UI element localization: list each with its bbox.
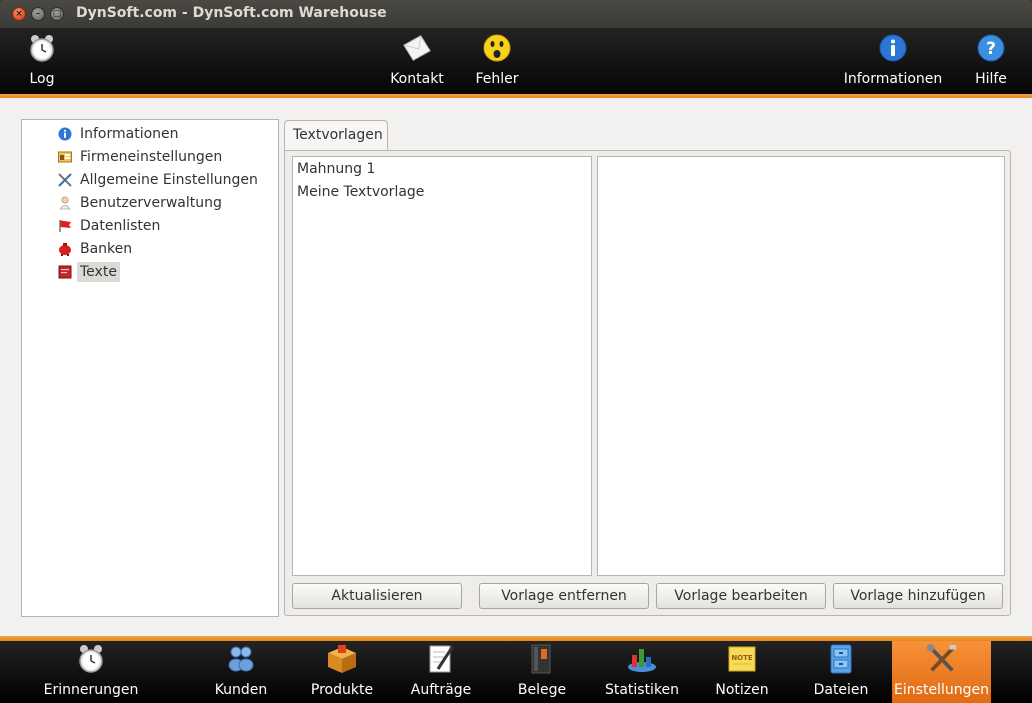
nav-label: Einstellungen — [894, 682, 989, 698]
nav-einstellungen[interactable]: Einstellungen — [892, 641, 991, 703]
list-item[interactable]: Mahnung 1 — [297, 158, 375, 180]
add-template-button[interactable]: Vorlage hinzufügen — [833, 583, 1003, 609]
nav-statistiken[interactable]: Statistiken — [602, 641, 682, 703]
nav-belege[interactable]: Belege — [516, 641, 568, 703]
main-area: Informationen Firmeneinstellungen Allgem… — [0, 98, 1032, 636]
template-list[interactable]: Mahnung 1 Meine Textvorlage — [292, 156, 592, 576]
remove-template-button[interactable]: Vorlage entfernen — [479, 583, 649, 609]
note-icon-text: NOTE — [731, 654, 753, 662]
chart-icon — [626, 643, 658, 675]
tree-item-banken[interactable]: Banken — [57, 239, 135, 259]
tree-item-label: Informationen — [80, 126, 179, 142]
nav-notizen[interactable]: NOTE Notizen — [712, 641, 772, 703]
nav-label: Notizen — [715, 682, 769, 698]
nav-label: Aufträge — [410, 682, 472, 698]
tree-item-label: Firmeneinstellungen — [80, 149, 223, 165]
book-icon — [57, 264, 73, 280]
flag-icon — [57, 218, 73, 234]
kontakt-label: Kontakt — [390, 71, 444, 87]
nav-label: Produkte — [310, 682, 374, 698]
binder-icon — [526, 643, 558, 675]
info-icon — [57, 126, 73, 142]
help-icon: ? — [976, 33, 1006, 63]
user-icon — [57, 195, 73, 211]
nav-label: Statistiken — [604, 682, 680, 698]
tree-item-label: Allgemeine Einstellungen — [80, 172, 258, 188]
window-titlebar: × – □ DynSoft.com - DynSoft.com Warehous… — [0, 0, 1032, 28]
tab-textvorlagen[interactable]: Textvorlagen — [284, 120, 388, 151]
tree-item-allgemeine-einstellungen[interactable]: Allgemeine Einstellungen — [57, 170, 261, 190]
surprised-face-icon — [482, 33, 512, 63]
note-icon: NOTE — [726, 643, 758, 675]
window-minimize-button[interactable]: – — [31, 7, 45, 21]
alarm-clock-icon — [75, 643, 107, 675]
tree-item-label: Banken — [80, 241, 133, 257]
tree-item-label: Texte — [77, 262, 120, 282]
envelope-icon — [402, 33, 432, 63]
tree-item-texte[interactable]: Texte — [57, 262, 120, 282]
tree-item-datenlisten[interactable]: Datenlisten — [57, 216, 163, 236]
customers-icon — [225, 643, 257, 675]
cabinet-icon — [825, 643, 857, 675]
nav-erinnerungen[interactable]: Erinnerungen — [44, 641, 138, 703]
close-icon: × — [15, 9, 23, 19]
svg-text:?: ? — [986, 39, 996, 59]
tree-item-firmeneinstellungen[interactable]: Firmeneinstellungen — [57, 147, 225, 167]
nav-dateien[interactable]: Dateien — [812, 641, 870, 703]
window-close-button[interactable]: × — [12, 7, 26, 21]
informationen-button[interactable]: Informationen — [842, 28, 944, 94]
tab-panel: Mahnung 1 Meine Textvorlage Aktualisiere… — [284, 150, 1011, 616]
hilfe-label: Hilfe — [975, 71, 1007, 87]
tools-icon — [926, 643, 958, 675]
maximize-icon: □ — [52, 9, 62, 19]
nav-kunden[interactable]: Kunden — [212, 641, 270, 703]
bottom-nav: Erinnerungen Kunden Produkte Aufträge Be… — [0, 641, 1032, 703]
template-preview[interactable] — [597, 156, 1005, 576]
nav-label: Erinnerungen — [43, 682, 139, 698]
fehler-label: Fehler — [475, 71, 519, 87]
nav-auftraege[interactable]: Aufträge — [408, 641, 474, 703]
top-toolbar: Log Kontakt Fehler Informationen ? Hilfe — [0, 28, 1032, 94]
minimize-icon: – — [35, 9, 41, 19]
tree-item-label: Datenlisten — [80, 218, 161, 234]
list-item[interactable]: Meine Textvorlage — [297, 181, 424, 203]
refresh-button[interactable]: Aktualisieren — [292, 583, 462, 609]
tree-item-benutzerverwaltung[interactable]: Benutzerverwaltung — [57, 193, 225, 213]
info-icon — [878, 33, 908, 63]
nav-label: Belege — [517, 682, 567, 698]
log-button[interactable]: Log — [24, 28, 60, 94]
window-title: DynSoft.com - DynSoft.com Warehouse — [76, 5, 387, 21]
log-label: Log — [29, 71, 55, 87]
box-icon — [326, 643, 358, 675]
informationen-label: Informationen — [843, 71, 943, 87]
kontakt-button[interactable]: Kontakt — [384, 28, 450, 94]
settings-tree[interactable]: Informationen Firmeneinstellungen Allgem… — [21, 119, 279, 617]
window-maximize-button[interactable]: □ — [50, 7, 64, 21]
hilfe-button[interactable]: ? Hilfe — [972, 28, 1010, 94]
tools-icon — [57, 172, 73, 188]
company-icon — [57, 149, 73, 165]
edit-template-button[interactable]: Vorlage bearbeiten — [656, 583, 826, 609]
tree-item-label: Benutzerverwaltung — [80, 195, 222, 211]
piggy-bank-icon — [57, 241, 73, 257]
nav-label: Kunden — [214, 682, 268, 698]
tree-item-informationen[interactable]: Informationen — [57, 124, 182, 144]
nav-produkte[interactable]: Produkte — [307, 641, 377, 703]
nav-label: Dateien — [813, 682, 869, 698]
pen-paper-icon — [425, 643, 457, 675]
fehler-button[interactable]: Fehler — [472, 28, 522, 94]
alarm-clock-icon — [27, 33, 57, 63]
